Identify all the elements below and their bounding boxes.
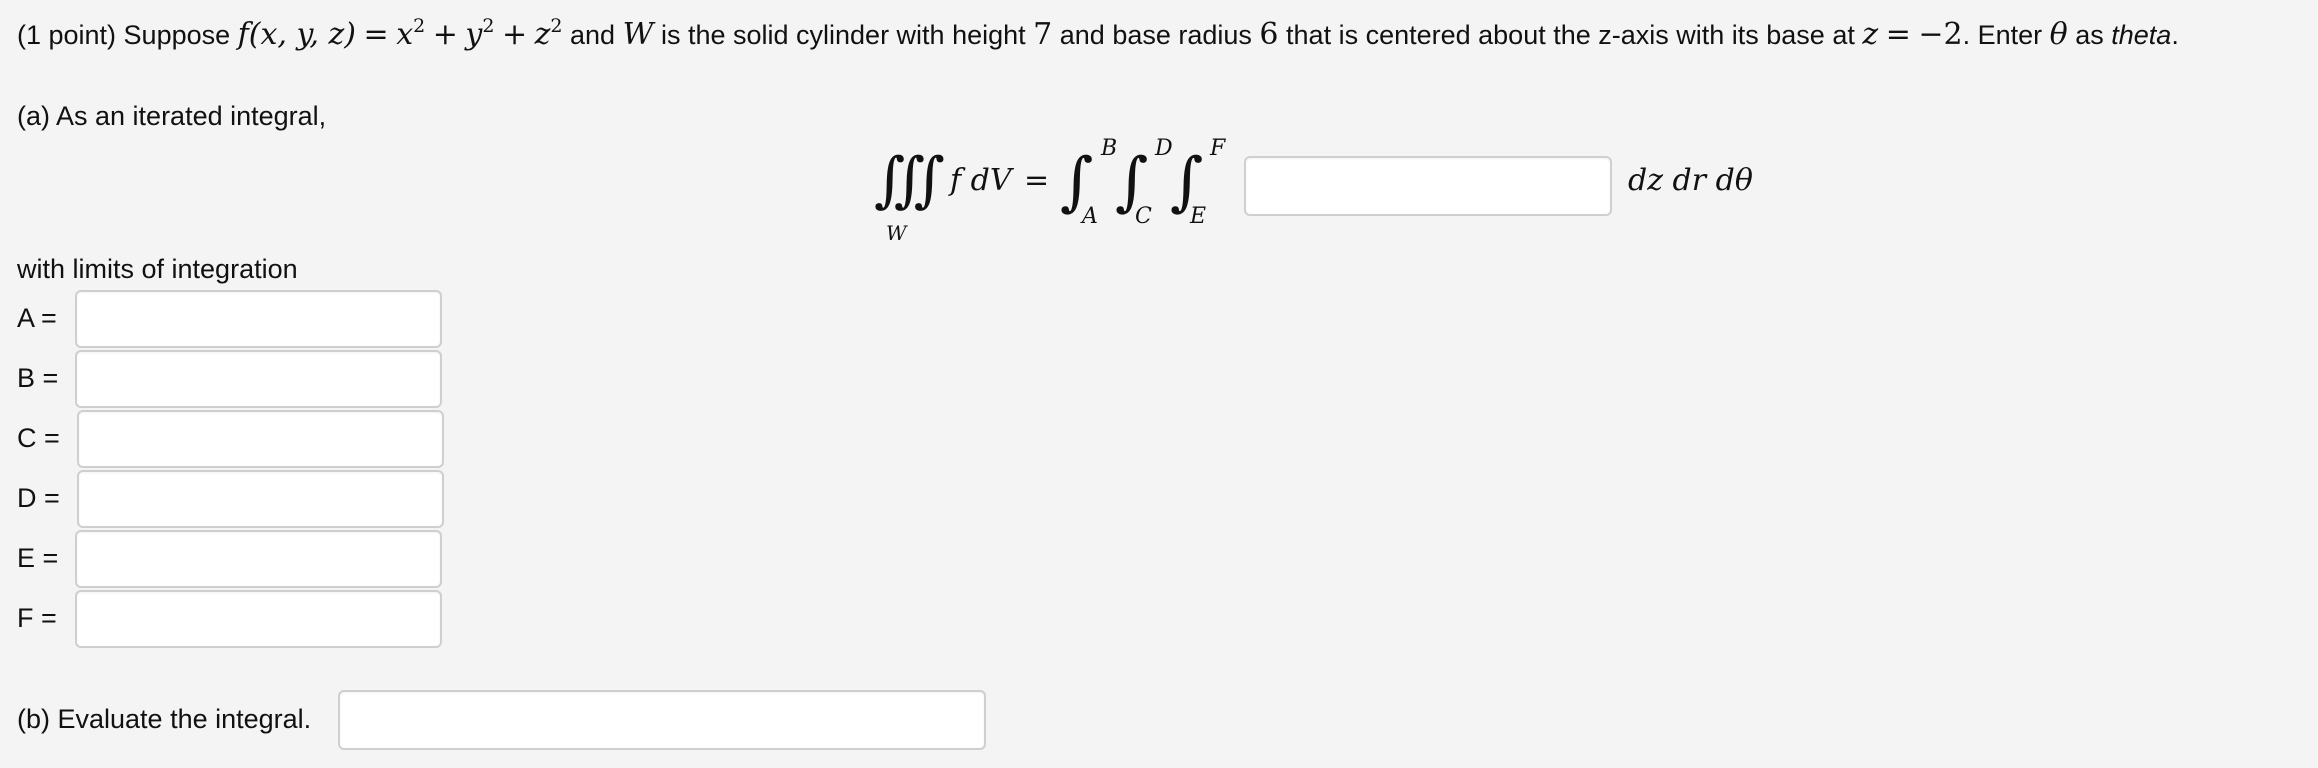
height-value: 7: [1033, 17, 1053, 52]
as-text: as: [2075, 20, 2104, 50]
limit-B-label: B =: [17, 363, 59, 393]
limit-E-label: E =: [17, 543, 59, 573]
limit-C-label: C =: [17, 423, 60, 453]
limit-F-label: F =: [17, 603, 57, 633]
theta-word: theta: [2111, 20, 2172, 50]
limit-E-input[interactable]: [77, 532, 440, 586]
limit-label-F: F: [1210, 136, 1226, 161]
differentials: dz dr dθ: [1628, 163, 1753, 198]
statement-text-2: and base radius: [1059, 20, 1252, 50]
integrand-input[interactable]: [1246, 158, 1610, 214]
limit-C-box[interactable]: [77, 410, 444, 468]
integrand-fdV: f dV: [950, 163, 1012, 198]
z-variable: z: [1862, 17, 1879, 52]
limit-B-box[interactable]: [75, 350, 442, 408]
exponent-y: 2: [482, 15, 495, 37]
region-subscript: W: [886, 221, 907, 245]
limit-B-input[interactable]: [77, 352, 440, 406]
points-label: (1 point) Suppose: [17, 20, 231, 50]
statement-text-1: is the solid cylinder with height: [660, 20, 1026, 50]
term-x: x: [396, 17, 414, 52]
statement-text-4: . Enter: [1962, 20, 2043, 50]
and-text: and: [570, 20, 616, 50]
limit-E-box[interactable]: [75, 530, 442, 588]
exponent-x: 2: [413, 15, 426, 37]
limit-F-box[interactable]: [75, 590, 442, 648]
z-equals: =: [1885, 17, 1911, 52]
limit-A-box[interactable]: [75, 290, 442, 348]
plus-sign: +: [501, 17, 528, 52]
limit-F-input[interactable]: [77, 592, 440, 646]
limit-label-A: A: [1082, 204, 1098, 229]
statement-text-3: that is centered about the z-axis with i…: [1286, 20, 1855, 50]
term-y: y: [465, 17, 483, 52]
period: .: [2171, 20, 2179, 50]
limit-C-input[interactable]: [79, 412, 442, 466]
radius-value: 6: [1259, 17, 1279, 52]
limit-A-input[interactable]: [77, 292, 440, 346]
equals-sign: =: [363, 17, 389, 52]
theta-symbol: θ: [2049, 17, 2068, 52]
plus-sign: +: [432, 17, 458, 52]
part-a-intro: (a) As an iterated integral,: [17, 101, 327, 131]
part-b-answer-box[interactable]: [338, 690, 986, 750]
problem-statement: (1 point) Suppose f(x, y, z) = x2 + y2 +…: [17, 15, 2179, 52]
limit-D-input[interactable]: [79, 472, 442, 526]
integrand-input-box[interactable]: [1244, 156, 1612, 216]
triple-integral-sign: ∭: [874, 145, 945, 215]
z-base-value: −2: [1918, 17, 1963, 52]
exponent-z: 2: [550, 15, 563, 37]
region-W: W: [622, 17, 654, 52]
limits-heading: with limits of integration: [17, 254, 298, 284]
term-z: z: [534, 17, 551, 52]
part-b-label: (b) Evaluate the integral.: [17, 704, 312, 734]
part-b-answer-input[interactable]: [340, 692, 984, 748]
limit-A-label: A =: [17, 303, 57, 333]
limit-label-E: E: [1190, 204, 1207, 229]
limit-label-C: C: [1135, 204, 1152, 229]
limit-D-label: D =: [17, 483, 60, 513]
function-lhs: f(x, y, z): [237, 17, 357, 52]
limit-D-box[interactable]: [77, 470, 444, 528]
integral-equals: =: [1024, 163, 1050, 198]
